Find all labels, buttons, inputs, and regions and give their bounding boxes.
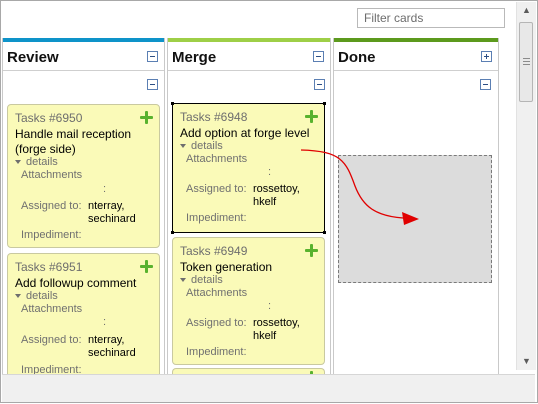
impediment-label: Impediment: <box>186 346 247 358</box>
vertical-scrollbar[interactable]: ▲ ▼ <box>516 2 536 370</box>
collapse-icon[interactable] <box>147 79 158 90</box>
card-id[interactable]: Tasks #6950 <box>15 111 82 125</box>
details-toggle-icon <box>15 160 21 165</box>
column-title: Merge <box>172 49 217 66</box>
assigned-label: Assigned to: <box>186 183 247 195</box>
assigned-user: rossettoy, <box>253 317 300 329</box>
attachments-label: Attachments <box>21 303 83 315</box>
assigned-user: rossettoy, <box>253 183 300 195</box>
column-done: Done <box>333 38 499 374</box>
assigned-user: sechinard <box>88 347 136 359</box>
assigned-user: hkelf <box>253 196 277 208</box>
selection-handle[interactable] <box>323 102 326 105</box>
add-icon[interactable] <box>305 110 318 123</box>
add-icon[interactable] <box>140 111 153 124</box>
card-title: Add followup comment <box>15 276 137 290</box>
collapse-icon[interactable] <box>313 51 324 62</box>
selection-handle[interactable] <box>171 102 174 105</box>
selection-handle[interactable] <box>323 231 326 234</box>
drop-target-placeholder[interactable] <box>338 155 492 283</box>
filter-cards-input[interactable]: Filter cards <box>357 8 505 28</box>
task-card-6948[interactable]: Tasks #6948 Add option at forge level de… <box>171 102 326 234</box>
task-card-6951[interactable]: Tasks #6951 Add followup comment details… <box>7 253 160 383</box>
impediment-label: Impediment: <box>21 229 82 241</box>
details-toggle[interactable]: details <box>180 140 223 152</box>
attachments-separator: : <box>103 316 107 328</box>
details-label: details <box>191 274 223 286</box>
assigned-user: nterray, <box>88 334 125 346</box>
impediment-label: Impediment: <box>186 212 247 224</box>
column-review: Review Tasks #6950 Handle mail reception… <box>2 38 165 383</box>
collapse-icon[interactable] <box>147 51 158 62</box>
card-id[interactable]: Tasks #6951 <box>15 260 82 274</box>
assigned-label: Assigned to: <box>21 200 82 212</box>
details-label: details <box>191 140 223 152</box>
card-title: Add option at forge level <box>180 126 310 140</box>
card-title: Token generation <box>180 260 273 274</box>
details-toggle-icon <box>180 278 186 283</box>
column-title: Review <box>7 49 59 66</box>
add-icon[interactable] <box>305 244 318 257</box>
attachments-separator: : <box>268 300 272 312</box>
attachments-separator: : <box>268 166 272 178</box>
details-label: details <box>26 156 58 168</box>
scroll-up-icon[interactable]: ▲ <box>517 2 536 19</box>
attachments-separator: : <box>103 183 107 195</box>
task-card-6950[interactable]: Tasks #6950 Handle mail reception (forge… <box>7 104 160 248</box>
details-toggle-icon <box>180 144 186 149</box>
scroll-down-icon[interactable]: ▼ <box>517 353 536 370</box>
assigned-label: Assigned to: <box>186 317 247 329</box>
details-label: details <box>26 290 58 302</box>
attachments-label: Attachments <box>186 287 248 299</box>
status-bar <box>2 374 535 402</box>
card-id[interactable]: Tasks #6949 <box>180 244 247 258</box>
card-id[interactable]: Tasks #6948 <box>180 110 247 124</box>
expand-icon[interactable] <box>481 51 492 62</box>
column-merge: Merge Tasks #6948 Add option at forge le… <box>167 38 331 378</box>
selection-handle[interactable] <box>171 231 174 234</box>
scrollbar-thumb[interactable] <box>519 22 533 102</box>
assigned-user: nterray, <box>88 200 125 212</box>
add-icon[interactable] <box>140 260 153 273</box>
column-header: Done <box>334 42 498 71</box>
attachments-label: Attachments <box>21 169 83 181</box>
collapse-icon[interactable] <box>480 79 491 90</box>
details-toggle[interactable]: details <box>180 274 223 286</box>
details-toggle-icon <box>15 294 21 299</box>
attachments-label: Attachments <box>186 153 248 165</box>
column-header: Merge <box>168 42 330 71</box>
details-toggle[interactable]: details <box>15 290 58 302</box>
task-card-6949[interactable]: Tasks #6949 Token generation details Att… <box>172 237 325 365</box>
assigned-user: sechinard <box>88 213 136 225</box>
collapse-icon[interactable] <box>314 79 325 90</box>
details-toggle[interactable]: details <box>15 156 58 168</box>
kanban-view: Filter cards Review Tasks #6950 Handle m… <box>0 0 538 403</box>
column-header: Review <box>3 42 164 71</box>
assigned-user: hkelf <box>253 330 277 342</box>
column-title: Done <box>338 49 376 66</box>
assigned-label: Assigned to: <box>21 334 82 346</box>
card-title: Handle mail reception (forge side) <box>15 127 132 156</box>
